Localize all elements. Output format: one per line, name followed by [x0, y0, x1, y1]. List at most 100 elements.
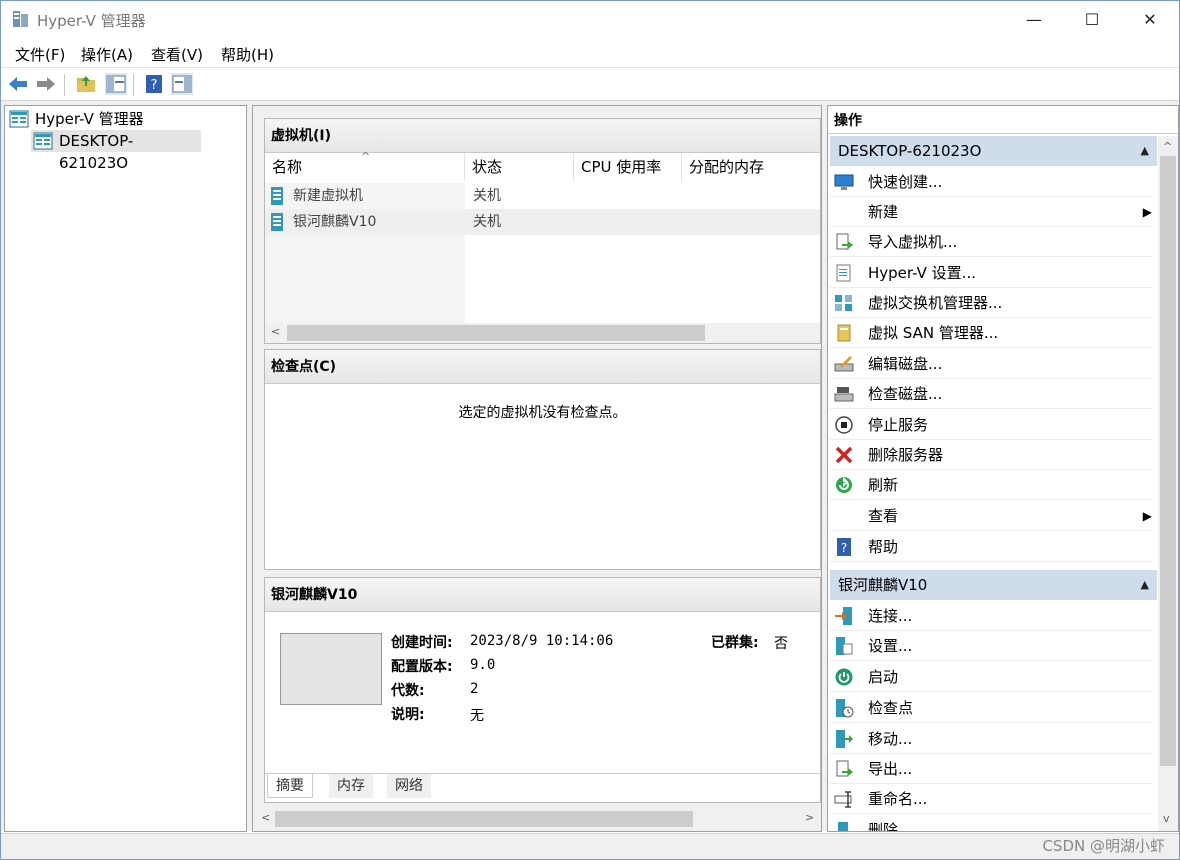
stop-icon [835, 416, 853, 434]
up-folder-icon[interactable] [75, 73, 97, 95]
action-refresh[interactable]: 刷新 [830, 470, 1152, 500]
action-move[interactable]: 移动... [830, 724, 1152, 754]
delete-x-icon [835, 446, 853, 464]
collapse-up-icon[interactable]: ▲ [1141, 570, 1149, 600]
scroll-right-arrow-icon[interactable]: > [805, 811, 814, 824]
action-virtual-san-manager[interactable]: 虚拟 SAN 管理器... [830, 318, 1152, 348]
watermark: CSDN @明湖小虾 [1042, 837, 1165, 855]
checkpoint-empty-message: 选定的虚拟机没有检查点。 [458, 405, 627, 421]
action-checkpoint[interactable]: 检查点 [830, 693, 1152, 723]
center-hscrollbar[interactable]: < > [255, 809, 819, 829]
created-label: 创建时间: [391, 635, 453, 651]
action-quick-create[interactable]: 快速创建... [830, 167, 1152, 197]
col-name[interactable]: 名称 ^ [265, 150, 465, 181]
action-label: 停止服务 [868, 416, 929, 434]
action-view[interactable]: 查看 ▶ [830, 501, 1152, 531]
action-label: 虚拟 SAN 管理器... [868, 324, 999, 342]
action-label: 检查磁盘... [868, 385, 943, 403]
show-action-pane-icon[interactable] [171, 73, 193, 95]
show-hide-tree-icon[interactable] [105, 73, 127, 95]
actions-vscrollbar[interactable]: ^ v [1158, 136, 1178, 831]
scroll-left-arrow-icon[interactable]: < [261, 811, 270, 824]
menu-bar: 文件(F) 操作(A) 查看(V) 帮助(H) [1, 39, 1179, 67]
action-label: 启动 [868, 668, 899, 686]
tree-root-hyperv[interactable]: Hyper-V 管理器 [9, 108, 209, 130]
action-label: 删除服务器 [868, 446, 944, 464]
tree-root-label: Hyper-V 管理器 [35, 110, 144, 128]
action-help[interactable]: ? 帮助 [830, 532, 1152, 562]
clustered-value: 否 [774, 636, 788, 652]
action-label: 快速创建... [868, 173, 943, 191]
scroll-left-arrow-icon[interactable]: < [271, 325, 280, 338]
move-icon [836, 730, 853, 748]
created-value: 2023/8/9 10:14:06 [470, 633, 614, 649]
minimize-button[interactable]: — [1005, 1, 1063, 39]
action-settings[interactable]: 设置... [830, 631, 1152, 661]
sort-indicator: ^ [361, 150, 371, 163]
action-connect[interactable]: 连接... [830, 601, 1152, 631]
virtual-switch-icon [835, 295, 852, 311]
col-cpu[interactable]: CPU 使用率 [574, 153, 682, 181]
action-rename[interactable]: 重命名... [830, 784, 1152, 814]
forward-arrow-icon[interactable] [35, 73, 57, 95]
title-bar: Hyper-V 管理器 — ☐ ✕ [1, 1, 1179, 39]
col-state[interactable]: 状态 [465, 153, 574, 181]
menu-view[interactable]: 查看(V) [151, 44, 203, 65]
tab-summary[interactable]: 摘要 [267, 774, 313, 798]
action-edit-disk[interactable]: 编辑磁盘... [830, 349, 1152, 379]
scroll-down-arrow-icon[interactable]: v [1163, 812, 1170, 825]
action-label: 帮助 [868, 538, 899, 556]
action-inspect-disk[interactable]: 检查磁盘... [830, 379, 1152, 409]
toolbar: ? [1, 67, 1179, 101]
tab-memory[interactable]: 内存 [329, 774, 373, 798]
action-hyperv-settings[interactable]: Hyper-V 设置... [830, 258, 1152, 288]
tab-network[interactable]: 网络 [387, 774, 431, 798]
action-virtual-switch-manager[interactable]: 虚拟交换机管理器... [830, 288, 1152, 318]
vm-thumbnail[interactable] [280, 633, 382, 705]
clustered-label: 已群集: [711, 635, 759, 651]
actions-group-server[interactable]: DESKTOP-621023O ▲ [830, 136, 1157, 166]
menu-help[interactable]: 帮助(H) [221, 44, 274, 65]
close-button[interactable]: ✕ [1121, 1, 1179, 39]
action-label: 新建 [868, 203, 899, 221]
toolbar-separator [133, 74, 134, 96]
inspect-disk-icon [834, 387, 854, 402]
vm-name: 新建虚拟机 [293, 188, 363, 204]
hscroll-thumb[interactable] [287, 325, 705, 341]
actions-title: 操作 [828, 106, 1178, 134]
tree-server-label: DESKTOP-621023O [59, 132, 134, 172]
tree-item-server[interactable]: DESKTOP-621023O [31, 130, 201, 172]
action-label: 导入虚拟机... [868, 233, 958, 251]
col-memory[interactable]: 分配的内存 [682, 153, 820, 181]
checkpoint-panel-title: 检查点(C) [265, 350, 820, 384]
vm-row[interactable]: 新建虚拟机 关机 [265, 183, 820, 209]
actions-group-vm[interactable]: 银河麒麟V10 ▲ [830, 570, 1157, 600]
action-new[interactable]: 新建 ▶ [830, 197, 1152, 227]
action-import-vm[interactable]: 导入虚拟机... [830, 227, 1152, 257]
action-stop-service[interactable]: 停止服务 [830, 410, 1152, 440]
back-arrow-icon[interactable] [7, 73, 29, 95]
maximize-button[interactable]: ☐ [1063, 1, 1121, 39]
collapse-up-icon[interactable]: ▲ [1141, 136, 1149, 166]
action-export[interactable]: 导出... [830, 754, 1152, 784]
action-label: Hyper-V 设置... [868, 264, 976, 282]
vm-list-panel: 虚拟机(I) 名称 ^ 状态 CPU 使用率 分配的内存 新建虚拟机 关机 银河… [264, 118, 821, 344]
hscroll-thumb[interactable] [275, 811, 693, 827]
settings-page-icon [836, 264, 851, 282]
quick-create-icon [834, 174, 854, 190]
vm-list-hscrollbar[interactable]: < [265, 323, 820, 343]
action-label: 刷新 [868, 476, 899, 494]
menu-file[interactable]: 文件(F) [15, 44, 65, 65]
vscroll-thumb[interactable] [1160, 156, 1176, 766]
export-icon [836, 760, 853, 777]
action-start[interactable]: 启动 [830, 662, 1152, 692]
svg-text:?: ? [151, 78, 158, 93]
action-remove-server[interactable]: 删除服务器 [830, 440, 1152, 470]
status-bar [1, 833, 1179, 859]
vm-row[interactable]: 银河麒麟V10 关机 [265, 209, 820, 235]
help-icon[interactable]: ? [143, 73, 165, 95]
scroll-up-arrow-icon[interactable]: ^ [1163, 140, 1172, 153]
generation-value: 2 [470, 681, 479, 697]
menu-action[interactable]: 操作(A) [81, 44, 133, 65]
action-delete[interactable]: 删除... [830, 815, 1152, 831]
